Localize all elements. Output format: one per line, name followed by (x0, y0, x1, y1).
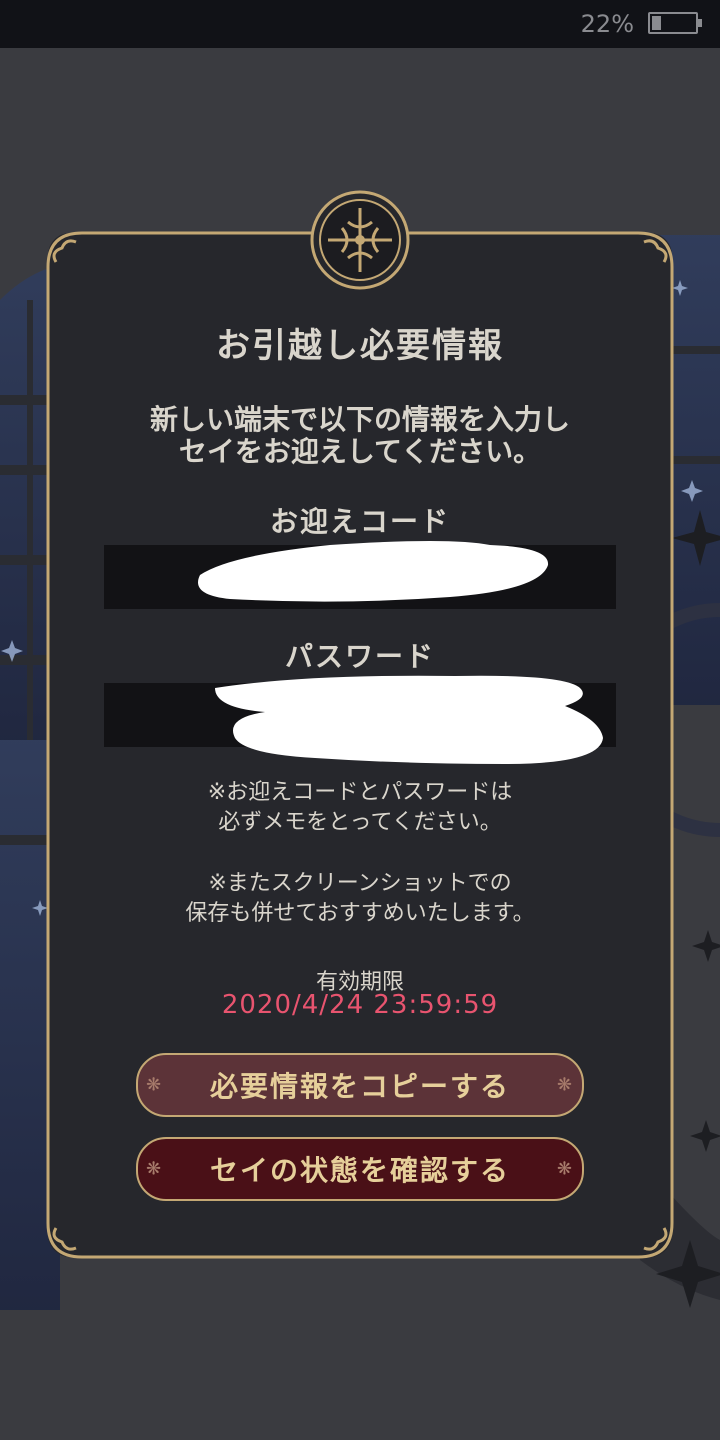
note-1-line-2: 必ずメモをとってください。 (218, 810, 502, 835)
check-status-button-label: セイの状態を確認する (209, 1154, 510, 1187)
copy-info-button-label: 必要情報をコピーする (209, 1070, 510, 1103)
message-line-1: 新しい端末で以下の情報を入力し (149, 403, 570, 436)
note-1-line-1: ※お迎えコードとパスワードは (207, 780, 513, 805)
ornament-left-icon: ❋ (146, 1158, 164, 1180)
copy-info-button[interactable]: ❋ 必要情報をコピーする ❋ (136, 1053, 584, 1117)
check-status-button[interactable]: ❋ セイの状態を確認する ❋ (136, 1137, 584, 1201)
note-2-line-2: 保存も併せておすすめいたします。 (185, 901, 535, 926)
password-redaction-mark (215, 675, 603, 764)
note-2-line-1: ※またスクリーンショットでの (208, 871, 512, 896)
message-line-2: セイをお迎えしてください。 (178, 435, 542, 468)
dialog-title: お引越し必要情報 (216, 326, 504, 366)
code-redaction-mark (198, 541, 549, 602)
note-save-memo: ※お迎えコードとパスワードは 必ずメモをとってください。 (48, 778, 672, 838)
dialog-message: 新しい端末で以下の情報を入力し セイをお迎えしてください。 (48, 404, 672, 468)
expiry-value: 2020/4/24 23:59:59 (221, 990, 499, 1020)
ornament-right-icon: ❋ (556, 1074, 574, 1096)
ornament-left-icon: ❋ (146, 1074, 164, 1096)
medallion-icon (310, 190, 410, 290)
note-screenshot: ※またスクリーンショットでの 保存も併せておすすめいたします。 (48, 869, 672, 929)
code-label: お迎えコード (269, 505, 450, 538)
ornament-right-icon: ❋ (556, 1158, 574, 1180)
